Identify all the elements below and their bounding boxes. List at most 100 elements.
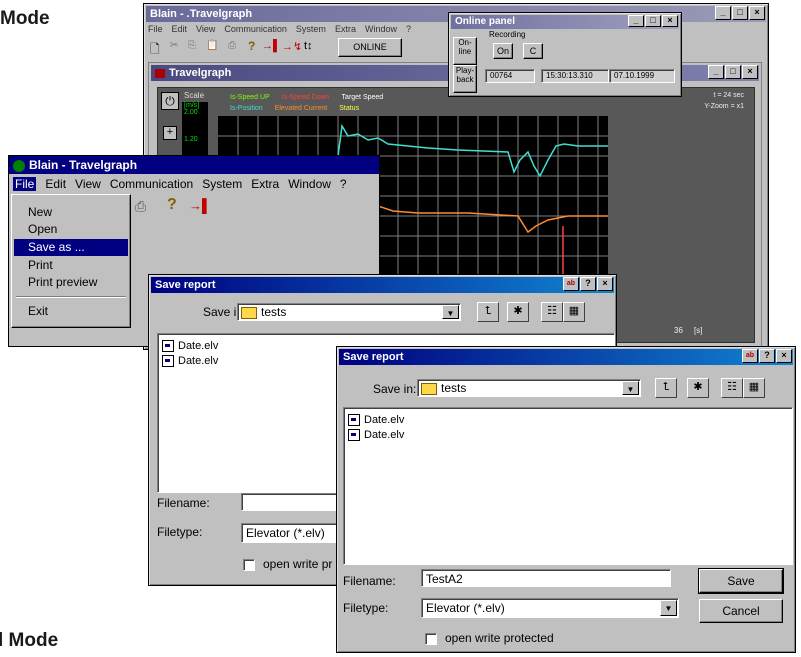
dialog1-help-icon[interactable]: ? bbox=[580, 277, 596, 291]
dialog2-file-item[interactable]: Date.elv bbox=[348, 427, 788, 442]
maximize-icon[interactable]: □ bbox=[732, 6, 748, 20]
dialog2-new-folder-icon[interactable]: ✱ bbox=[687, 378, 709, 398]
paste-icon[interactable]: 📋 bbox=[206, 40, 218, 51]
menu-item-new[interactable]: New bbox=[12, 204, 130, 221]
menu-edit[interactable]: Edit bbox=[45, 177, 66, 191]
menu-item-print-preview[interactable]: Print preview bbox=[12, 274, 130, 291]
dialog2-protect-checkbox[interactable]: open write protected bbox=[425, 631, 554, 645]
copy-icon[interactable]: ⎘ bbox=[188, 40, 196, 51]
legend: Is-Speed UP Is-Speed Down Target Speed Is-… bbox=[230, 92, 383, 114]
online-toggle-button[interactable]: On- line bbox=[453, 37, 477, 65]
cancel-button[interactable]: Cancel bbox=[699, 599, 783, 623]
menu-view[interactable]: View bbox=[196, 24, 215, 34]
menu-help[interactable]: ? bbox=[406, 24, 411, 34]
back-window-buttons: _ □ × bbox=[715, 6, 765, 20]
dialog1-new-folder-icon[interactable]: ✱ bbox=[507, 302, 529, 322]
menu-extra[interactable]: Extra bbox=[251, 177, 279, 191]
menu-window[interactable]: Window bbox=[365, 24, 397, 34]
menu-extra[interactable]: Extra bbox=[335, 24, 356, 34]
dialog1-list-view-icon[interactable]: ☷ bbox=[541, 302, 563, 322]
menu-item-exit[interactable]: Exit bbox=[12, 303, 130, 320]
menu-help[interactable]: ? bbox=[340, 177, 347, 191]
power-icon[interactable]: ⏻ bbox=[161, 92, 179, 110]
file-name: Date.elv bbox=[178, 339, 219, 352]
graph-maximize-icon[interactable]: □ bbox=[725, 65, 741, 79]
help-icon[interactable]: ? bbox=[167, 196, 177, 214]
unit-label: [m/s] bbox=[184, 102, 200, 109]
menu-communication[interactable]: Communication bbox=[224, 24, 287, 34]
file-name: Date.elv bbox=[178, 354, 219, 367]
dialog2-dropdown-arrow-icon[interactable]: ▼ bbox=[622, 381, 639, 395]
dialog2-filename-input[interactable]: TestA2 bbox=[421, 569, 671, 587]
dialog2-close-icon[interactable]: × bbox=[776, 349, 792, 363]
dialog1-filetype-label: Filetype: bbox=[157, 525, 203, 539]
dialog1-save-in-value: tests bbox=[261, 305, 287, 319]
menu-system[interactable]: System bbox=[202, 177, 242, 191]
save-button[interactable]: Save bbox=[698, 568, 784, 594]
dialog2-title-buttons: ab ? × bbox=[742, 349, 792, 363]
playback-button[interactable]: Play- back bbox=[453, 65, 477, 93]
menu-view[interactable]: View bbox=[75, 177, 101, 191]
graph-close-icon[interactable]: × bbox=[742, 65, 758, 79]
panel-maximize-icon[interactable]: □ bbox=[645, 15, 661, 27]
dialog2-list-view-icon[interactable]: ☷ bbox=[721, 378, 743, 398]
scale-value-top: 2.00 bbox=[184, 109, 198, 116]
dialog2-save-in-select[interactable]: tests ▼ bbox=[417, 379, 641, 397]
dialog2-filetype-arrow-icon[interactable]: ▼ bbox=[660, 600, 677, 616]
dialog1-protect-checkbox[interactable]: open write pr bbox=[243, 557, 332, 571]
dialog2-details-view-icon[interactable]: ▦ bbox=[743, 378, 765, 398]
scale-icon[interactable]: t↕ bbox=[304, 40, 313, 52]
dialog2-titlebar: Save report bbox=[339, 349, 793, 365]
minimize-icon[interactable]: _ bbox=[715, 6, 731, 20]
menu-window[interactable]: Window bbox=[288, 177, 331, 191]
close-icon[interactable]: × bbox=[749, 6, 765, 20]
cut-icon[interactable]: ✂ bbox=[170, 40, 178, 51]
time-info: t = 24 sec bbox=[713, 92, 744, 99]
panel-close-icon[interactable]: × bbox=[662, 15, 678, 27]
menu-file[interactable]: File bbox=[148, 24, 163, 34]
graph-minimize-icon[interactable]: _ bbox=[708, 65, 724, 79]
main-window-titlebar: Blain - Travelgraph bbox=[9, 156, 379, 174]
menu-file-active[interactable]: File bbox=[13, 177, 37, 191]
connect-icon[interactable]: →▌ bbox=[189, 198, 211, 213]
online-button[interactable]: ONLINE bbox=[338, 38, 402, 57]
menu-edit[interactable]: Edit bbox=[172, 24, 188, 34]
heading-mode-bottom: l Mode bbox=[0, 630, 59, 651]
dialog1-ime-icon[interactable]: ab bbox=[563, 277, 579, 291]
file-name: Date.elv bbox=[364, 413, 405, 426]
dialog1-save-in-select[interactable]: tests ▼ bbox=[237, 303, 461, 321]
recording-on-button[interactable]: On bbox=[493, 43, 513, 59]
online-panel-title: Online panel bbox=[455, 16, 516, 27]
menu-communication[interactable]: Communication bbox=[110, 177, 193, 191]
menu-item-save-as[interactable]: Save as ... bbox=[14, 239, 128, 256]
menu-item-print[interactable]: Print bbox=[12, 257, 130, 274]
dialog2-help-icon[interactable]: ? bbox=[759, 349, 775, 363]
new-icon[interactable]: 🗋 bbox=[150, 40, 160, 61]
dialog1-details-view-icon[interactable]: ▦ bbox=[563, 302, 585, 322]
print-icon[interactable]: ⎙ bbox=[135, 198, 146, 215]
help-icon[interactable]: ? bbox=[248, 39, 255, 53]
connect-icon[interactable]: →▌ bbox=[262, 40, 281, 52]
menu-system[interactable]: System bbox=[296, 24, 326, 34]
dialog1-dropdown-arrow-icon[interactable]: ▼ bbox=[442, 305, 459, 319]
online-toggle-label: On- line bbox=[458, 38, 472, 56]
dialog1-title-buttons: ab ? × bbox=[563, 277, 613, 291]
dialog1-up-folder-icon[interactable]: ⮤ bbox=[477, 302, 499, 322]
dialog2-save-in-label: Save in: bbox=[373, 382, 417, 396]
dialog1-close-icon[interactable]: × bbox=[597, 277, 613, 291]
dialog2-filetype-select[interactable]: Elevator (*.elv) ▼ bbox=[421, 598, 679, 618]
checkbox-icon bbox=[243, 558, 255, 571]
dialog2-ime-icon[interactable]: ab bbox=[742, 349, 758, 363]
dialog1-title: Save report bbox=[155, 279, 216, 291]
graph-app-icon bbox=[155, 68, 165, 78]
disconnect-icon[interactable]: →↯ bbox=[282, 40, 302, 53]
recording-clear-button[interactable]: C bbox=[523, 43, 543, 59]
menu-item-open[interactable]: Open bbox=[12, 221, 130, 238]
panel-minimize-icon[interactable]: _ bbox=[628, 15, 644, 27]
dialog2-file-item[interactable]: Date.elv bbox=[348, 412, 788, 427]
scale-value-2: 1.20 bbox=[184, 136, 198, 143]
print-icon[interactable]: ⎙ bbox=[228, 40, 236, 51]
scale-up-button[interactable]: + bbox=[163, 126, 177, 140]
dialog2-up-folder-icon[interactable]: ⮤ bbox=[655, 378, 677, 398]
zoom-info: Y-Zoom = x1 bbox=[704, 103, 744, 110]
